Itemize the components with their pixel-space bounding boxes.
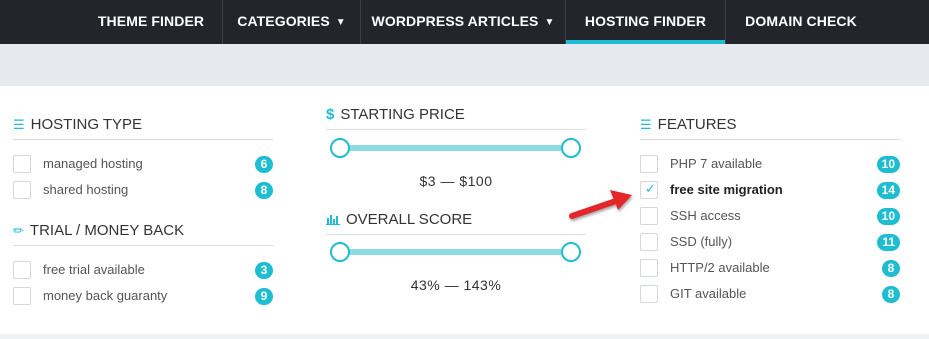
hosting-type-title: ☰ HOSTING TYPE <box>13 116 142 133</box>
filter-option-managed-hosting[interactable]: managed hosting 6 <box>13 155 273 175</box>
price-range-value: $3 — $100 <box>419 173 493 189</box>
count-badge: 14 <box>876 182 900 199</box>
price-slider-track[interactable] <box>340 145 571 151</box>
option-label: free trial available <box>43 262 145 277</box>
server-icon: ☰ <box>640 117 652 132</box>
score-slider-track[interactable] <box>340 249 571 255</box>
features-title: ☰ FEATURES <box>640 116 737 133</box>
overall-score-title: OVERALL SCORE <box>326 211 472 228</box>
checkbox[interactable] <box>640 207 658 225</box>
filter-option-shared-hosting[interactable]: shared hosting 8 <box>13 181 273 201</box>
section-title-text: OVERALL SCORE <box>346 211 473 228</box>
section-title-text: HOSTING TYPE <box>30 116 143 133</box>
checkbox[interactable] <box>640 155 658 173</box>
filter-option-git[interactable]: GIT available 8 <box>640 285 900 305</box>
score-range-value: 43% — 143% <box>410 277 502 293</box>
section-title-text: FEATURES <box>657 116 737 133</box>
option-label: GIT available <box>670 286 747 301</box>
nav-domain-check[interactable]: DOMAIN CHECK <box>726 0 876 44</box>
nav-theme-finder[interactable]: THEME FINDER <box>80 0 222 44</box>
filter-option-free-site-migration[interactable]: ✓ free site migration 14 <box>640 181 900 201</box>
section-title-text: TRIAL / MONEY BACK <box>29 222 185 239</box>
nav-hosting-finder[interactable]: HOSTING FINDER <box>566 0 725 44</box>
checkbox[interactable] <box>13 261 31 279</box>
server-icon: ☰ <box>13 117 25 132</box>
nav-label: WORDPRESS ARTICLES <box>371 13 539 29</box>
bar-chart-icon <box>326 212 340 227</box>
divider <box>13 245 273 246</box>
checkbox[interactable] <box>13 155 31 173</box>
dollar-icon: $ <box>326 106 335 123</box>
filter-option-http2[interactable]: HTTP/2 available 8 <box>640 259 900 279</box>
nav-categories[interactable]: CATEGORIES ▼ <box>223 0 360 44</box>
price-slider-min-handle[interactable] <box>330 138 350 158</box>
count-badge: 8 <box>882 260 900 277</box>
starting-price-title: $ STARTING PRICE <box>326 106 465 123</box>
count-badge: 10 <box>876 156 900 173</box>
count-badge: 11 <box>877 234 900 251</box>
option-label: PHP 7 available <box>670 156 763 171</box>
score-slider-min-handle[interactable] <box>330 242 350 262</box>
price-slider-max-handle[interactable] <box>561 138 581 158</box>
panel-bottom-strip <box>0 334 929 339</box>
count-badge: 8 <box>882 286 900 303</box>
count-badge: 3 <box>255 262 273 279</box>
score-slider-max-handle[interactable] <box>561 242 581 262</box>
divider <box>13 139 273 140</box>
chevron-down-icon: ▼ <box>544 17 555 28</box>
filter-option-ssd[interactable]: SSD (fully) 11 <box>640 233 900 253</box>
option-label: SSD (fully) <box>670 234 733 249</box>
checkbox-checked[interactable]: ✓ <box>640 181 658 199</box>
filter-option-ssh-access[interactable]: SSH access 10 <box>640 207 900 227</box>
count-badge: 10 <box>876 208 900 225</box>
option-label: SSH access <box>670 208 741 223</box>
top-nav: THEME FINDER CATEGORIES ▼ WORDPRESS ARTIC… <box>0 0 929 44</box>
option-label: HTTP/2 available <box>670 260 770 275</box>
checkbox[interactable] <box>640 259 658 277</box>
nav-wordpress-articles[interactable]: WORDPRESS ARTICLES ▼ <box>361 0 565 44</box>
divider <box>640 139 900 140</box>
option-label: money back guaranty <box>43 288 168 303</box>
header-band <box>0 44 929 86</box>
filter-option-free-trial[interactable]: free trial available 3 <box>13 261 273 281</box>
trial-title: ✏ TRIAL / MONEY BACK <box>13 222 184 239</box>
annotation-arrow-icon <box>569 190 632 219</box>
count-badge: 9 <box>255 288 273 305</box>
checkbox[interactable] <box>13 287 31 305</box>
filter-option-money-back[interactable]: money back guaranty 9 <box>13 287 273 307</box>
divider <box>326 129 586 130</box>
section-title-text: STARTING PRICE <box>340 106 465 123</box>
checkmark-icon: ✓ <box>645 181 656 196</box>
divider <box>326 234 586 235</box>
filter-option-php7[interactable]: PHP 7 available 10 <box>640 155 900 175</box>
checkbox[interactable] <box>13 181 31 199</box>
option-label: managed hosting <box>43 156 143 171</box>
nav-label: THEME FINDER <box>97 13 205 29</box>
checkbox[interactable] <box>640 285 658 303</box>
count-badge: 6 <box>255 156 273 173</box>
nav-label: DOMAIN CHECK <box>745 13 857 29</box>
nav-label: CATEGORIES <box>237 13 330 29</box>
checkbox[interactable] <box>640 233 658 251</box>
option-label: free site migration <box>670 182 783 197</box>
chevron-down-icon: ▼ <box>335 17 346 28</box>
count-badge: 8 <box>255 182 273 199</box>
option-label: shared hosting <box>43 182 129 197</box>
nav-label: HOSTING FINDER <box>584 13 707 29</box>
magic-wand-icon: ✏ <box>13 223 24 238</box>
